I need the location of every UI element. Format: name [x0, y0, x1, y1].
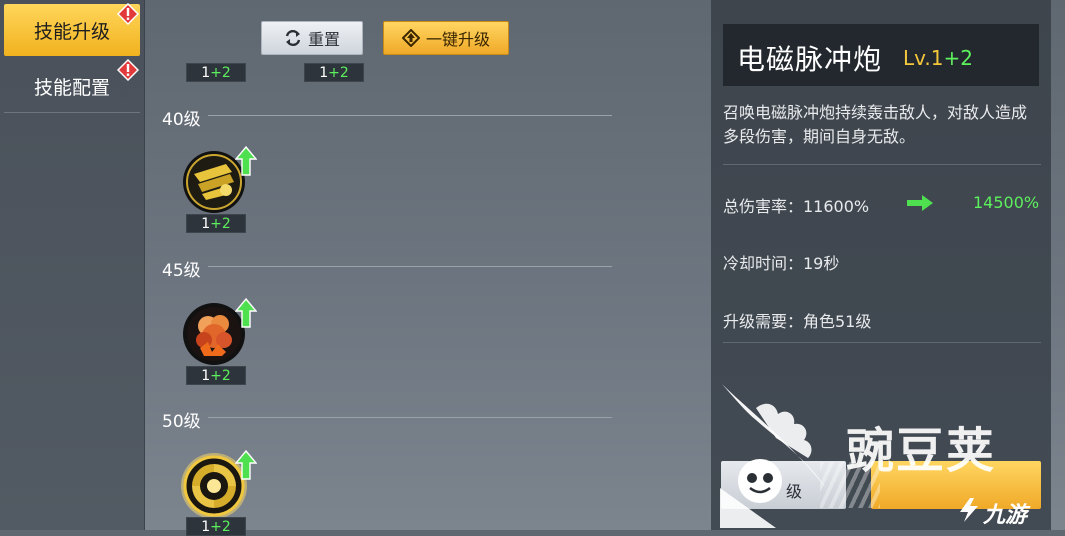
skill-level-badge: 1 +2 [186, 214, 246, 233]
detail-divider [723, 164, 1041, 165]
one-click-upgrade-label: 一键升级 [425, 30, 490, 49]
badge-plus: +2 [210, 215, 231, 232]
badge-base: 1 [201, 215, 211, 232]
skill-level-plus: +2 [943, 46, 973, 70]
upgrade-requirement: 升级需要：角色51级 [723, 312, 872, 331]
tab-skill-config-label: 技能配置 [33, 76, 110, 99]
badge-plus: +2 [210, 518, 231, 535]
alert-icon [117, 59, 139, 81]
skill-level-badge: 1 +2 [304, 63, 364, 82]
cooldown-stat: 冷却时间：19秒 [723, 254, 840, 273]
reset-button-label: 重置 [307, 30, 340, 49]
skill-name: 电磁脉冲炮 [737, 43, 883, 76]
damage-rate-new: 14500% [973, 193, 1040, 212]
tier-level-label: 45级 [162, 261, 201, 281]
skill-level-badge: 1 +2 [186, 517, 246, 536]
damage-rate-stat: 总伤害率：11600% [723, 197, 870, 216]
tier-level-label: 50级 [162, 412, 201, 432]
upgrade-available-arrow-icon [235, 146, 257, 176]
upgrade-available-arrow-icon [235, 298, 257, 328]
skill-description: 召唤电磁脉冲炮持续轰击敌人，对敌人造成多段伤害，期间自身无敌。 [723, 103, 1028, 146]
badge-plus: +2 [210, 367, 231, 384]
one-click-upgrade-button[interactable]: 一键升级 [383, 21, 509, 55]
watermark-text: 豌豆荚 [846, 423, 997, 479]
refresh-icon [285, 29, 301, 47]
increase-arrow-icon [907, 195, 933, 211]
badge-base: 1 [201, 64, 211, 81]
watermark-brand: 九游 [983, 503, 1028, 528]
tier-divider [208, 266, 612, 267]
skill-level-badge: 1 +2 [186, 63, 246, 82]
tab-skill-upgrade-label: 技能升级 [33, 20, 110, 43]
watermark-logo [720, 384, 826, 528]
reset-button[interactable]: 重置 [261, 21, 363, 55]
skill-level-value: Lv.1 [903, 46, 944, 70]
detail-divider [723, 342, 1041, 343]
badge-base: 1 [201, 367, 211, 384]
badge-plus: +2 [210, 64, 231, 81]
tier-divider [208, 417, 612, 418]
skill-level-badge: 1 +2 [186, 366, 246, 385]
tier-level-label: 40级 [162, 110, 201, 130]
tier-divider [208, 115, 612, 116]
upgrade-diamond-icon [401, 29, 420, 47]
jiuyou-logo-icon [960, 498, 978, 522]
alert-icon [117, 3, 139, 25]
skill-level: Lv.1+2 [903, 46, 973, 70]
badge-base: 1 [319, 64, 329, 81]
sidebar-divider [4, 112, 140, 113]
badge-plus: +2 [328, 64, 349, 81]
badge-base: 1 [201, 518, 211, 535]
upgrade-available-arrow-icon [235, 450, 257, 480]
